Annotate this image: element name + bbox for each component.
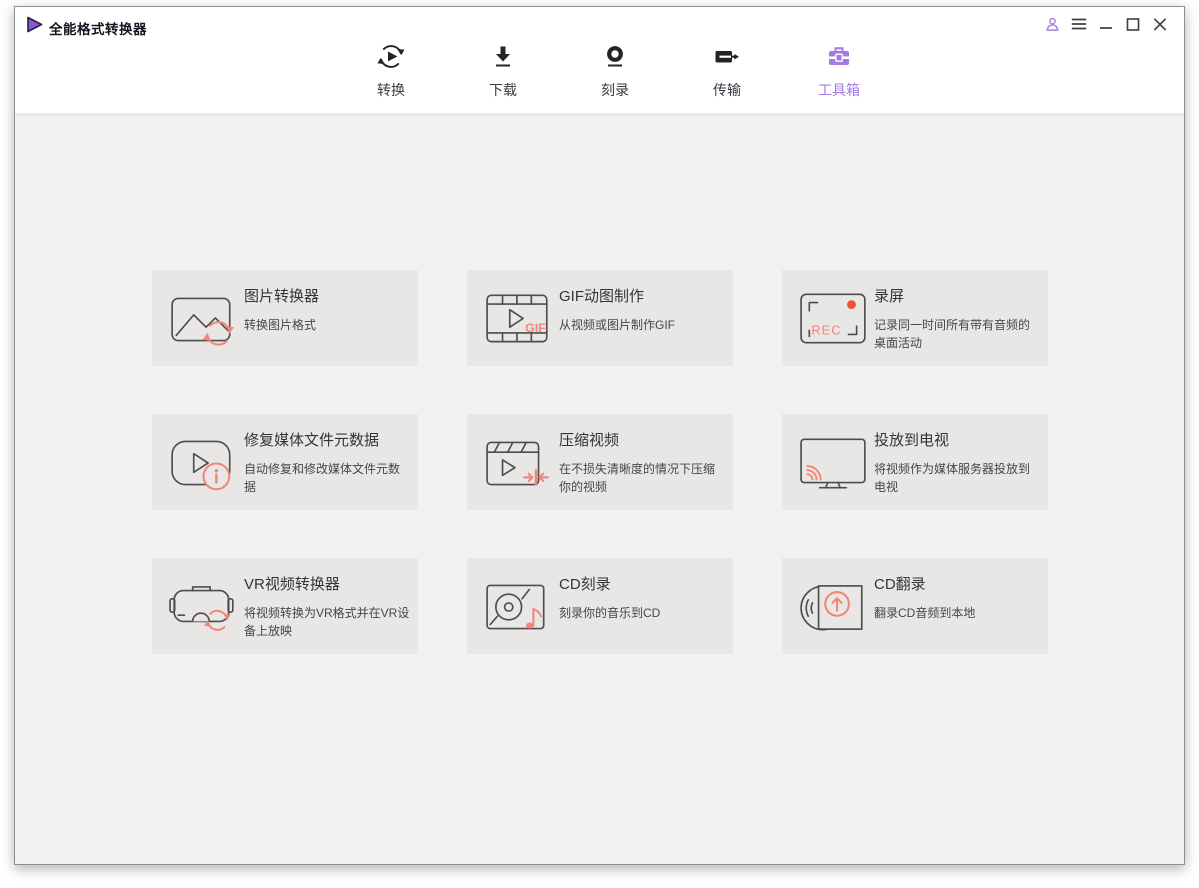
tool-card-description: 翻录CD音频到本地 xyxy=(874,606,976,620)
image-converter-icon xyxy=(171,297,235,346)
tool-cards-grid: 图片转换器 转换图片格式 GIF GIF动图制作 从视频或图片制作GIF REC… xyxy=(152,270,1048,654)
tool-card-title: 投放到电视 xyxy=(874,432,950,449)
tool-card-vr-converter[interactable]: VR视频转换器 将视频转换为VR格式并在VR设备上放映 xyxy=(152,558,418,654)
svg-text:GIF: GIF xyxy=(525,321,546,335)
tab-convert[interactable]: 转换 xyxy=(335,37,447,119)
tab-toolbox[interactable]: 工具箱 xyxy=(778,37,900,122)
tool-card-gif-maker[interactable]: GIF GIF动图制作 从视频或图片制作GIF xyxy=(467,270,733,366)
tool-card-title: 压缩视频 xyxy=(559,432,620,449)
tool-card-title: 图片转换器 xyxy=(244,288,320,305)
fix-metadata-icon xyxy=(171,440,231,491)
tool-card-cd-rip[interactable]: CD翻录 翻录CD音频到本地 xyxy=(782,558,1048,654)
close-icon xyxy=(1153,18,1166,31)
screen-record-icon: REC xyxy=(800,293,866,344)
toolbox-icon xyxy=(829,47,849,65)
tab-label: 转换 xyxy=(377,82,405,98)
tool-card-description: 刻录你的音乐到CD xyxy=(559,606,661,620)
tool-card-title: 修复媒体文件元数据 xyxy=(244,432,380,449)
minimize-icon xyxy=(1100,27,1112,29)
app-window: 全能格式转换器 转换 下载 刻录 传输 工具箱 图片转换器 转换图片格式 GIF… xyxy=(14,6,1185,865)
tool-card-title: VR视频转换器 xyxy=(244,576,340,593)
tool-card-image-converter[interactable]: 图片转换器 转换图片格式 xyxy=(152,270,418,366)
transfer-icon xyxy=(715,51,739,63)
tool-card-description: 自动修复和修改媒体文件元数据 xyxy=(244,462,401,494)
cd-rip-icon xyxy=(800,585,863,631)
tool-card-compress-video[interactable]: 压缩视频 在不损失清晰度的情况下压缩你的视频 xyxy=(467,414,733,510)
cd-burn-icon xyxy=(486,584,545,630)
maximize-button[interactable] xyxy=(1123,14,1143,34)
cast-tv-icon xyxy=(800,438,866,489)
account-button[interactable] xyxy=(1042,14,1062,34)
tool-card-title: CD刻录 xyxy=(559,576,611,593)
tab-label: 下载 xyxy=(489,82,517,98)
tab-burn[interactable]: 刻录 xyxy=(559,37,671,119)
tool-card-title: CD翻录 xyxy=(874,576,926,593)
tool-card-description: 在不损失清晰度的情况下压缩你的视频 xyxy=(559,462,716,494)
hamburger-icon xyxy=(1071,18,1087,30)
tool-card-title: GIF动图制作 xyxy=(559,288,644,305)
tool-card-cast-tv[interactable]: 投放到电视 将视频作为媒体服务器投放到电视 xyxy=(782,414,1048,510)
tool-card-description: 记录同一时间所有带有音频的桌面活动 xyxy=(874,318,1031,350)
app-title: 全能格式转换器 xyxy=(49,22,147,37)
tab-download[interactable]: 下载 xyxy=(447,37,559,119)
window-controls xyxy=(1042,14,1170,34)
tab-transfer[interactable]: 传输 xyxy=(671,37,783,119)
tool-card-description: 将视频作为媒体服务器投放到电视 xyxy=(874,462,1031,494)
header: 全能格式转换器 转换 下载 刻录 传输 工具箱 xyxy=(15,7,1184,122)
gif-maker-icon: GIF xyxy=(486,294,548,343)
minimize-button[interactable] xyxy=(1096,14,1116,34)
nav-tabs: 转换 下载 刻录 传输 工具箱 xyxy=(335,37,900,122)
tool-card-description: 从视频或图片制作GIF xyxy=(559,318,675,332)
svg-text:REC: REC xyxy=(811,322,841,337)
app-logo-icon xyxy=(27,16,43,33)
tab-label: 工具箱 xyxy=(818,82,860,98)
tool-card-description: 转换图片格式 xyxy=(244,318,317,332)
vr-converter-icon xyxy=(169,586,234,631)
maximize-icon xyxy=(1126,18,1140,31)
burn-icon xyxy=(607,46,623,67)
person-icon xyxy=(1046,17,1058,31)
tab-label: 刻录 xyxy=(601,82,629,98)
tab-label: 传输 xyxy=(713,82,741,98)
menu-button[interactable] xyxy=(1069,14,1089,34)
tool-card-cd-burn[interactable]: CD刻录 刻录你的音乐到CD xyxy=(467,558,733,654)
toolbox-panel: 图片转换器 转换图片格式 GIF GIF动图制作 从视频或图片制作GIF REC… xyxy=(15,119,1184,864)
close-button[interactable] xyxy=(1150,14,1170,34)
download-icon xyxy=(496,46,510,67)
tool-card-screen-record[interactable]: REC 录屏 记录同一时间所有带有音频的桌面活动 xyxy=(782,270,1048,366)
tool-card-title: 录屏 xyxy=(874,288,905,305)
compress-video-icon xyxy=(486,441,549,486)
convert-icon xyxy=(377,45,405,68)
tool-card-description: 将视频转换为VR格式并在VR设备上放映 xyxy=(244,606,410,638)
tool-card-fix-metadata[interactable]: 修复媒体文件元数据 自动修复和修改媒体文件元数据 xyxy=(152,414,418,510)
